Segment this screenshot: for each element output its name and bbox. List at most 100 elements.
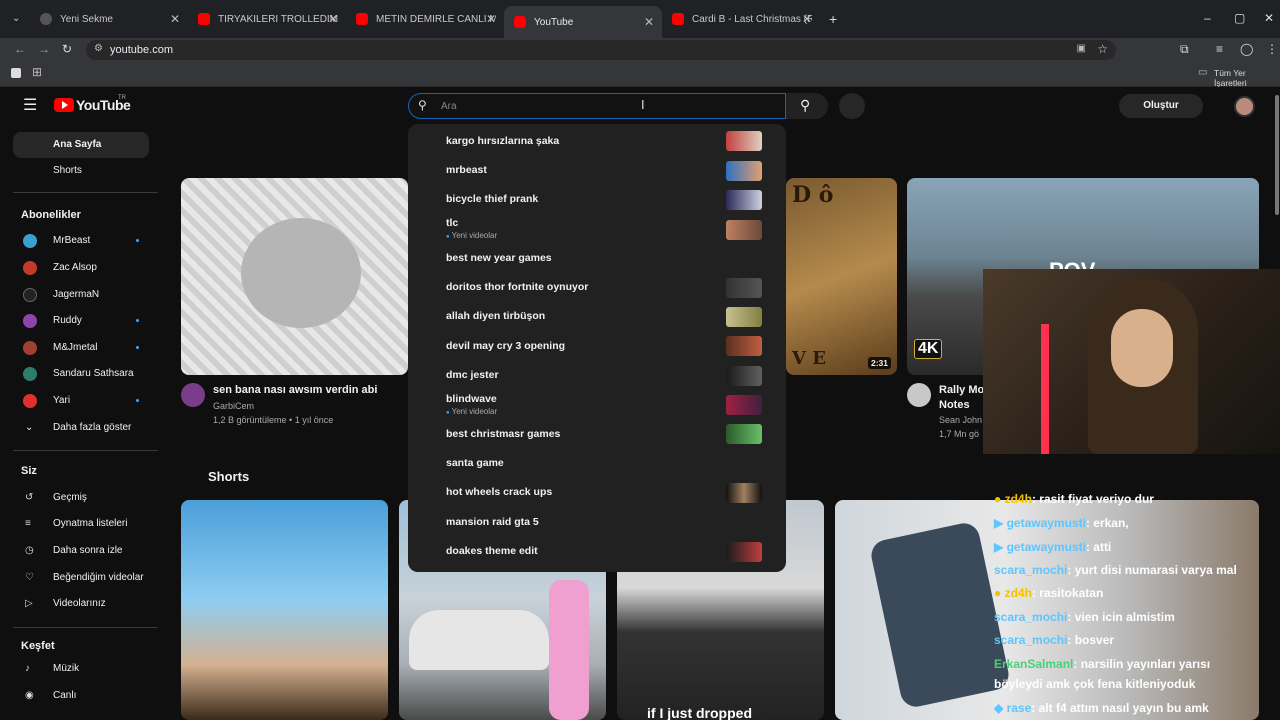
show-more-button[interactable]: ⌄ Daha fazla göster: [13, 415, 149, 441]
shorts-thumbnail[interactable]: [181, 500, 388, 720]
chat-text: : yurt disi numarasi varya mal: [1067, 563, 1237, 577]
chat-username: zd4h: [1004, 492, 1032, 506]
tab-video-1[interactable]: TİRYAKİLERİ TROLLEDİM 2 | (% ✕: [188, 8, 346, 30]
sidebar-item-label: Müzik: [53, 663, 80, 674]
sidebar-item-label: Geçmiş: [53, 492, 87, 503]
video-title[interactable]: Rally Mor: [939, 384, 989, 396]
channel-avatar[interactable]: [907, 383, 931, 407]
sidebar-item-playlists[interactable]: ≡ Oynatma listeleri: [13, 511, 149, 537]
video-title[interactable]: Notes: [939, 399, 970, 411]
chat-text: : rasitokatan: [1031, 586, 1104, 600]
video-icon: ▷: [25, 598, 33, 609]
4k-badge: 4K: [914, 339, 943, 359]
voice-search-button[interactable]: [839, 93, 865, 119]
chevron-down-icon: ⌄: [25, 422, 34, 433]
minimize-icon[interactable]: –: [1204, 11, 1211, 25]
sidebar-item-sub[interactable]: MrBeast: [13, 228, 149, 254]
sidebar-item-label: M&Jmetal: [53, 342, 98, 353]
video-thumbnail[interactable]: [181, 178, 408, 375]
sidebar-item-watch-later[interactable]: ◷ Daha sonra izle: [13, 538, 149, 564]
forward-icon[interactable]: →: [38, 42, 50, 56]
chat-message: ● zd4h: rasit fiyat veriyo dur: [994, 492, 1154, 506]
url-text: youtube.com: [110, 44, 173, 56]
channel-name[interactable]: Sean John: [939, 415, 982, 425]
create-button[interactable]: Oluştur: [1119, 94, 1203, 118]
profile-icon[interactable]: ◯: [1240, 42, 1253, 56]
reload-icon[interactable]: ↻: [62, 42, 72, 56]
tab-new[interactable]: Yeni Sekme ✕: [30, 8, 188, 30]
sidebar-item-sub[interactable]: Yari: [13, 388, 149, 414]
search-icon: ⚲: [800, 97, 811, 113]
chat-text: : rasit fiyat veriyo dur: [1031, 492, 1154, 506]
youtube-icon: [514, 16, 526, 28]
back-icon[interactable]: ←: [14, 42, 26, 56]
live-icon: ◉: [25, 690, 34, 701]
avatar[interactable]: [1234, 96, 1255, 117]
sidebar-item-sub[interactable]: Ruddy: [13, 308, 149, 334]
tab-video-3[interactable]: Cardi B - Last Christmas (Remi ✕: [662, 8, 820, 30]
hamburger-menu-icon[interactable]: ☰: [23, 95, 37, 115]
sidebar-item-shorts[interactable]: Shorts: [13, 158, 149, 184]
close-tab-icon[interactable]: ✕: [802, 12, 812, 26]
subscriptions-heading[interactable]: Abonelikler: [21, 209, 81, 221]
explore-heading: Keşfet: [21, 640, 55, 652]
close-tab-icon[interactable]: ✕: [644, 15, 654, 29]
search-button[interactable]: ⚲: [786, 93, 828, 119]
suggestion-text: dmc jester: [446, 369, 499, 381]
bookmark-star-icon[interactable]: ☆: [1097, 42, 1108, 56]
duration-badge: 2:31: [867, 357, 891, 369]
channel-avatar: [23, 367, 37, 381]
sidebar-item-home[interactable]: Ana Sayfa: [13, 132, 149, 158]
sidebar-item-label: Zac Alsop: [53, 262, 97, 273]
browser-tab-strip: ⌄ Yeni Sekme ✕ TİRYAKİLERİ TROLLEDİM 2 |…: [0, 0, 1280, 38]
install-app-icon[interactable]: ▣: [1077, 43, 1086, 54]
close-tab-icon[interactable]: ✕: [170, 12, 180, 26]
video-title[interactable]: sen bana nası awsım verdin abi: [213, 384, 377, 396]
chat-message: ▶ getawaymusti: atti: [994, 540, 1111, 554]
close-window-icon[interactable]: ✕: [1264, 11, 1274, 25]
channel-avatar: [23, 234, 37, 248]
tab-youtube[interactable]: YouTube ✕: [504, 6, 662, 38]
media-control-icon[interactable]: ≡: [1216, 42, 1223, 56]
new-tab-icon[interactable]: +: [829, 11, 837, 27]
channel-name[interactable]: GarbiCem: [213, 401, 254, 411]
sidebar-item-sub[interactable]: Zac Alsop: [13, 255, 149, 281]
close-tab-icon[interactable]: ✕: [328, 12, 338, 26]
sidebar-item-your-videos[interactable]: ▷ Videolarınız: [13, 591, 149, 617]
tab-title: TİRYAKİLERİ TROLLEDİM 2 | (%: [218, 13, 338, 25]
apps-icon[interactable]: ⊞: [32, 65, 42, 79]
all-bookmarks-link[interactable]: Tüm Yer İşaretleri: [1214, 68, 1280, 88]
chat-message: scara_mochi: bosver: [994, 633, 1114, 647]
suggestion-subtext: Yeni videolar: [446, 407, 498, 416]
thumbs-up-icon: ♡: [25, 572, 34, 583]
reading-mode-icon[interactable]: [11, 68, 21, 78]
sidebar-item-music[interactable]: ♪ Müzik: [13, 656, 149, 682]
suggestion-subtext: Yeni videolar: [446, 231, 498, 240]
suggestion-thumbnail: [726, 161, 762, 181]
sidebar-item-liked[interactable]: ♡ Beğendiğim videolar: [13, 565, 149, 591]
site-info-icon[interactable]: ⚙: [94, 43, 103, 54]
you-heading[interactable]: Siz: [21, 465, 37, 477]
extensions-icon[interactable]: ⧉: [1180, 42, 1189, 57]
suggestion-text: blindwave: [446, 393, 497, 405]
sidebar-item-sub[interactable]: JagermaN: [13, 282, 149, 308]
sidebar-item-history[interactable]: ↺ Geçmiş: [13, 485, 149, 511]
sidebar-item-sub[interactable]: Sandaru Sathsara: [13, 361, 149, 387]
page-scrollbar[interactable]: [1275, 95, 1279, 215]
sidebar-item-label: Sandaru Sathsara: [53, 368, 134, 379]
search-input[interactable]: ⚲ Ara I: [408, 93, 786, 119]
address-bar[interactable]: ⚙ youtube.com ▣ ☆: [86, 40, 1116, 60]
sidebar-item-live[interactable]: ◉ Canlı: [13, 683, 149, 709]
streamer-face: [1111, 309, 1173, 387]
sidebar-item-sub[interactable]: M&Jmetal: [13, 335, 149, 361]
maximize-icon[interactable]: ▢: [1234, 11, 1245, 25]
suggestion-thumbnail: [726, 395, 762, 415]
video-thumbnail[interactable]: D ô V E 2:31: [786, 178, 897, 375]
chat-message: scara_mochi: vien icin almistim: [994, 610, 1175, 624]
tab-video-2[interactable]: METİN DEMİRLE CANLI MEZAT ✕: [346, 8, 504, 30]
close-tab-icon[interactable]: ✕: [486, 12, 496, 26]
tab-search-icon[interactable]: ⌄: [12, 13, 20, 24]
channel-avatar[interactable]: [181, 383, 205, 407]
chat-username: ErkanSalmanl: [994, 657, 1074, 671]
menu-icon[interactable]: ⋮: [1266, 42, 1278, 56]
